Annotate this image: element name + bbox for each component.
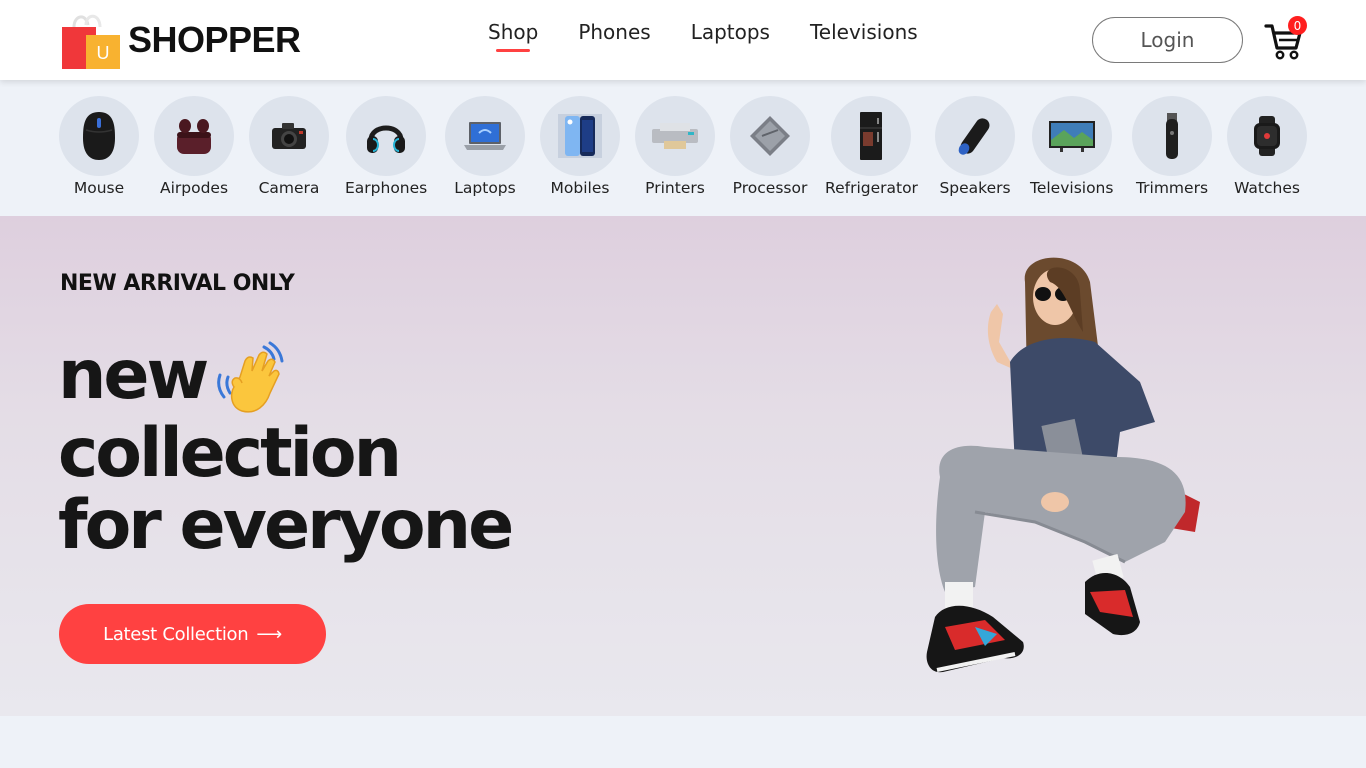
hero-headline-line3: for everyone	[58, 486, 514, 565]
category-label: Watches	[1234, 179, 1300, 197]
hero-banner: NEW ARRIVAL ONLY new collection for ever…	[0, 216, 1366, 716]
category-airpodes[interactable]: Airpodes	[154, 96, 234, 197]
category-label: Earphones	[345, 179, 428, 197]
category-trimmers[interactable]: Trimmers	[1132, 96, 1212, 197]
category-mobiles[interactable]: Mobiles	[540, 96, 620, 197]
category-label: Printers	[645, 179, 705, 197]
page-footer-area	[0, 716, 1366, 768]
cart-count-badge: 0	[1288, 16, 1307, 35]
latest-collection-button[interactable]: Latest Collection ⟶	[59, 604, 326, 664]
laptop-icon	[464, 122, 506, 150]
svg-text:U: U	[97, 43, 110, 63]
hero-model-image	[926, 257, 1200, 673]
category-label: Mobiles	[550, 179, 610, 197]
arrow-right-icon: ⟶	[256, 623, 282, 645]
hero-kicker: NEW ARRIVAL ONLY	[60, 271, 295, 296]
category-processor[interactable]: Processor	[730, 96, 810, 197]
category-printers[interactable]: Printers	[635, 96, 715, 197]
login-button[interactable]: Login	[1092, 17, 1243, 63]
cta-label: Latest Collection	[103, 623, 249, 645]
nav-item-laptops[interactable]: Laptops	[691, 20, 770, 52]
speaker-icon	[958, 118, 990, 155]
category-strip: Mouse Airpodes Camera Earphones Laptops …	[0, 80, 1366, 216]
nav-item-televisions[interactable]: Televisions	[810, 20, 918, 52]
category-label: Speakers	[939, 179, 1011, 197]
shopping-bag-icon: U	[62, 14, 120, 69]
category-label: Trimmers	[1135, 179, 1209, 197]
top-navbar: U SHOPPER Shop Phones Laptops Television…	[0, 0, 1366, 80]
category-label: Processor	[732, 179, 808, 197]
processor-icon	[750, 116, 790, 156]
category-label: Airpodes	[159, 179, 229, 197]
waving-hand-icon	[217, 341, 284, 413]
headphones-icon	[367, 125, 406, 153]
category-label: Camera	[258, 179, 320, 197]
category-laptops[interactable]: Laptops	[445, 96, 525, 197]
watch-icon	[1254, 116, 1280, 156]
mobile-icon	[558, 114, 602, 158]
main-nav: Shop Phones Laptops Televisions	[488, 20, 958, 52]
category-watches[interactable]: Watches	[1227, 96, 1307, 197]
trimmer-icon	[1166, 113, 1178, 159]
category-earphones[interactable]: Earphones	[345, 96, 427, 197]
brand-name: SHOPPER	[128, 19, 301, 60]
category-label: Mouse	[73, 179, 125, 197]
category-camera[interactable]: Camera	[249, 96, 329, 197]
nav-item-shop[interactable]: Shop	[488, 20, 538, 52]
category-televisions[interactable]: Televisions	[1030, 96, 1113, 197]
category-label: Televisions	[1030, 179, 1114, 197]
category-refrigerator[interactable]: Refrigerator	[825, 96, 918, 197]
camera-icon	[272, 123, 306, 149]
nav-item-phones[interactable]: Phones	[578, 20, 650, 52]
mouse-icon	[83, 112, 115, 160]
television-icon	[1048, 121, 1095, 152]
refrigerator-icon	[860, 112, 883, 160]
hero-headline-line1: new	[58, 336, 209, 415]
category-mouse[interactable]: Mouse	[59, 96, 139, 197]
hero-headline-line2: collection	[58, 414, 402, 493]
printer-icon	[652, 123, 698, 149]
category-speakers[interactable]: Speakers	[935, 96, 1015, 197]
category-label: Laptops	[454, 179, 516, 197]
brand-logo[interactable]: U SHOPPER	[60, 10, 301, 70]
airpods-icon	[177, 119, 211, 154]
category-label: Refrigerator	[825, 179, 918, 197]
